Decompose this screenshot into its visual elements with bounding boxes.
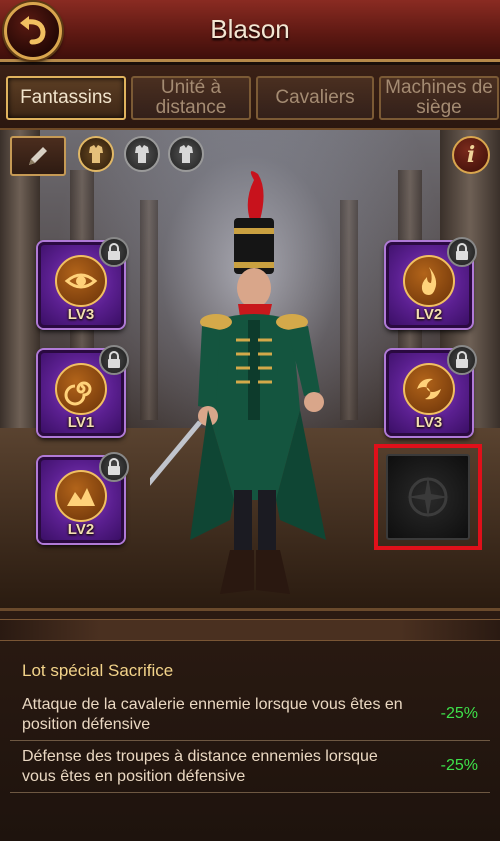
bonus-set-title: Lot spécial Sacrifice <box>22 661 174 680</box>
info-icon: i <box>466 142 476 168</box>
bonus-value: -25% <box>440 705 478 722</box>
edit-button[interactable] <box>10 136 66 176</box>
lock-icon <box>99 237 129 267</box>
empty-badge-slot-highlighted[interactable] <box>374 444 482 550</box>
badge-slot-eye[interactable]: LV3 <box>38 237 129 328</box>
eye-icon <box>55 255 107 307</box>
armor-set-1-icon <box>89 145 103 163</box>
spiral-icon <box>55 363 107 415</box>
bonus-row: Attaque de la cavalerie ennemie lorsque … <box>10 689 490 741</box>
panel-divider <box>0 619 500 641</box>
badge-slot-flame[interactable]: LV2 <box>386 237 477 328</box>
soldier-character-illustration <box>150 171 326 594</box>
tab-machines-de-siege[interactable]: Machines de siège <box>379 76 499 120</box>
badge-level: LV2 <box>415 306 443 323</box>
lock-icon <box>99 345 129 375</box>
pencil-icon <box>29 147 47 165</box>
badge-slot-spiral[interactable]: LV1 <box>38 345 129 436</box>
bonus-panel: Lot spécial Sacrifice Attaque de la cava… <box>0 608 500 841</box>
armor-set-2-button[interactable] <box>124 136 160 172</box>
empty-badge-slot <box>386 454 470 540</box>
armor-set-2-icon <box>135 145 149 163</box>
badge-level: LV3 <box>415 414 443 431</box>
badge-level: LV1 <box>67 414 95 431</box>
badge-slot-swirl[interactable]: LV3 <box>386 345 477 436</box>
badge-slot-mountain[interactable]: LV2 <box>38 452 129 543</box>
tab-label: Fantassins <box>20 87 112 108</box>
page-title: Blason <box>210 14 290 44</box>
armor-set-3-button[interactable] <box>168 136 204 172</box>
tab-bar: Fantassins Unité à distance Cavaliers Ma… <box>0 65 500 130</box>
lock-icon <box>447 345 477 375</box>
badge-level: LV3 <box>67 306 95 323</box>
swirl-icon <box>403 363 455 415</box>
tab-fantassins[interactable]: Fantassins <box>6 76 126 120</box>
compass-icon <box>407 476 449 518</box>
bonus-description: Défense des troupes à distance ennemies … <box>22 748 378 785</box>
tab-label: Machines de siège <box>385 77 493 118</box>
bonus-value: -25% <box>440 757 478 774</box>
tab-unite-a-distance[interactable]: Unité à distance <box>131 76 251 120</box>
bonus-description: Attaque de la cavalerie ennemie lorsque … <box>22 696 403 733</box>
lock-icon <box>99 452 129 482</box>
header-bar: Blason <box>0 0 500 62</box>
armor-set-3-icon <box>179 145 193 163</box>
armor-set-1-button[interactable] <box>78 136 114 172</box>
lock-icon <box>447 237 477 267</box>
hero-scene: i LV3 LV1 LV2 LV2 LV3 <box>0 130 500 608</box>
bonus-row: Défense des troupes à distance ennemies … <box>10 741 490 793</box>
info-button[interactable]: i <box>452 136 490 174</box>
flame-icon <box>403 255 455 307</box>
tab-label: Unité à distance <box>155 77 227 118</box>
tab-cavaliers[interactable]: Cavaliers <box>256 76 374 120</box>
tab-label: Cavaliers <box>275 87 355 108</box>
mountain-icon <box>55 470 107 522</box>
badge-level: LV2 <box>67 521 95 538</box>
